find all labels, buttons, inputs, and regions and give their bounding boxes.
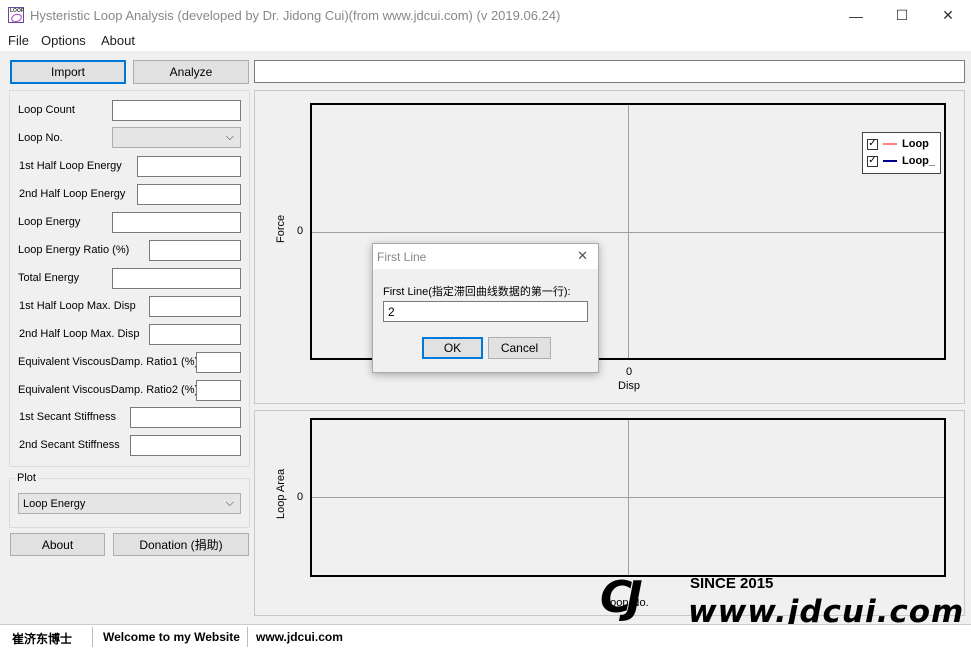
- result-label: Loop Count: [18, 104, 75, 116]
- legend-label: Loop_: [902, 155, 935, 167]
- checkbox-checked-icon[interactable]: ✓: [867, 155, 878, 167]
- cj-logo: CJ: [600, 572, 643, 623]
- x-axis-title: Disp: [618, 380, 641, 392]
- since-text: SINCE 2015: [690, 575, 774, 592]
- legend-item-loop-underscore[interactable]: ✓ Loop_: [867, 154, 935, 168]
- donation-button[interactable]: Donation (捐助): [113, 533, 249, 556]
- viscous-damp-ratio2-field[interactable]: [196, 380, 241, 401]
- result-label: 1st Half Loop Max. Disp: [19, 300, 136, 312]
- minimize-icon: —: [849, 7, 863, 24]
- maximize-icon: ☐: [895, 7, 909, 23]
- plot-type-select[interactable]: Loop Energy ⌵: [18, 493, 241, 514]
- result-label: 2nd Secant Stiffness: [19, 439, 120, 451]
- window-title: Hysteristic Loop Analysis (developed by …: [30, 8, 561, 23]
- legend-swatch: [883, 143, 897, 145]
- first-secant-stiffness-field[interactable]: [130, 407, 241, 428]
- chevron-down-icon: ⌵: [225, 131, 234, 143]
- status-bar: 崔济东博士 Welcome to my Website www.jdcui.co…: [0, 624, 971, 650]
- result-label: 2nd Half Loop Max. Disp: [19, 328, 140, 340]
- y-axis-title: Loop Area: [275, 468, 287, 519]
- legend-item-loop[interactable]: ✓ Loop: [867, 137, 929, 151]
- maximize-button[interactable]: ☐: [879, 0, 925, 31]
- force-disp-chart: 0 0 Disp Force ✓ Loop ✓ Loop_: [254, 90, 965, 404]
- about-button[interactable]: About: [10, 533, 105, 556]
- status-website[interactable]: www.jdcui.com: [256, 630, 343, 644]
- result-label: Total Energy: [18, 272, 80, 284]
- first-line-input[interactable]: 2: [383, 301, 588, 322]
- result-label: Equivalent ViscousDamp. Ratio1 (%): [18, 356, 199, 368]
- status-author: 崔济东博士: [12, 632, 73, 646]
- chart-legend: ✓ Loop ✓ Loop_: [862, 132, 941, 174]
- result-label: Loop No.: [18, 132, 63, 144]
- result-label: 1st Half Loop Energy: [19, 160, 122, 172]
- first-half-loop-energy-field[interactable]: [137, 156, 241, 177]
- x-tick-label: 0: [626, 366, 633, 378]
- result-label: Loop Energy: [18, 216, 81, 228]
- close-icon: ✕: [942, 7, 954, 23]
- menu-options[interactable]: Options: [41, 33, 86, 48]
- dialog-title-bar: First Line ✕: [373, 244, 598, 269]
- legend-label: Loop: [902, 138, 929, 150]
- file-path-field[interactable]: [254, 60, 965, 83]
- y-tick-label: 0: [297, 225, 304, 237]
- analyze-button[interactable]: Analyze: [133, 60, 249, 84]
- title-bar: LOOP Hysteristic Loop Analysis (develope…: [0, 0, 971, 31]
- viscous-damp-ratio1-field[interactable]: [196, 352, 241, 373]
- dialog-title: First Line: [377, 250, 427, 264]
- dialog-prompt: First Line(指定滞回曲线数据的第一行):: [383, 286, 571, 298]
- result-label: 1st Secant Stiffness: [19, 411, 117, 423]
- loop-energy-field[interactable]: [112, 212, 241, 233]
- jdcui-watermark: CJ SINCE 2015 www.jdcui.com: [600, 570, 971, 632]
- minimize-button[interactable]: —: [833, 0, 879, 31]
- dialog-close-icon[interactable]: ✕: [577, 248, 588, 264]
- loop-no-select[interactable]: ⌵: [112, 127, 241, 148]
- first-line-dialog: First Line ✕ First Line(指定滞回曲线数据的第一行): 2…: [372, 243, 599, 373]
- menu-bar: File Options About: [0, 31, 971, 51]
- total-energy-field[interactable]: [112, 268, 241, 289]
- cancel-button[interactable]: Cancel: [488, 337, 551, 359]
- y-axis-title: Force: [275, 214, 287, 243]
- loop-area-plot-area: [310, 418, 946, 577]
- y-zero-gridline: [312, 497, 944, 498]
- import-button[interactable]: Import: [10, 60, 126, 84]
- result-label: Loop Energy Ratio (%): [18, 244, 130, 256]
- result-label: 2nd Half Loop Energy: [19, 188, 126, 200]
- y-tick-label: 0: [297, 491, 304, 503]
- plot-type-value: Loop Energy: [23, 498, 86, 510]
- ok-button[interactable]: OK: [422, 337, 483, 359]
- plot-group-label: Plot: [15, 472, 38, 484]
- app-icon: LOOP: [8, 7, 24, 24]
- second-half-loop-energy-field[interactable]: [137, 184, 241, 205]
- second-secant-stiffness-field[interactable]: [130, 435, 241, 456]
- menu-about[interactable]: About: [101, 33, 135, 48]
- status-welcome: Welcome to my Website: [103, 630, 240, 644]
- second-half-max-disp-field[interactable]: [149, 324, 241, 345]
- y-zero-gridline: [312, 232, 944, 233]
- close-button[interactable]: ✕: [925, 0, 971, 31]
- loop-energy-ratio-field[interactable]: [149, 240, 241, 261]
- menu-file[interactable]: File: [8, 33, 29, 48]
- loop-count-field[interactable]: [112, 100, 241, 121]
- chevron-down-icon: ⌵: [225, 497, 234, 509]
- result-label: Equivalent ViscousDamp. Ratio2 (%): [18, 384, 199, 396]
- checkbox-checked-icon[interactable]: ✓: [867, 138, 878, 150]
- first-half-max-disp-field[interactable]: [149, 296, 241, 317]
- legend-swatch: [883, 160, 897, 162]
